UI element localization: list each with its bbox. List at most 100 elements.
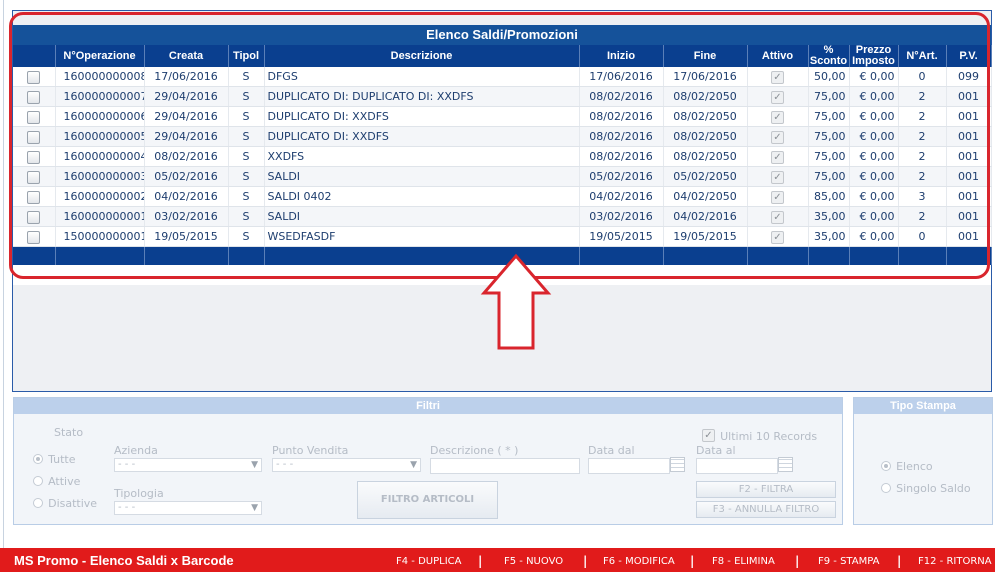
table-row[interactable]: 160000000003 05/02/2016 S SALDI 05/02/2016 05…: [13, 166, 992, 187]
cell-sconto: 85,00: [808, 186, 850, 207]
row-checkbox-cell[interactable]: [13, 206, 56, 227]
row-checkbox-cell[interactable]: [13, 67, 56, 87]
cell-n-operazione: 160000000002: [55, 186, 145, 207]
radio-attive[interactable]: Attive: [33, 470, 80, 489]
cell-creata: 29/04/2016: [144, 126, 229, 147]
stampa-button[interactable]: F9 - STAMPA: [818, 556, 879, 567]
table-row[interactable]: 160000000007 29/04/2016 S DUPLICATO DI: DUP…: [13, 86, 992, 107]
cell-fine: 05/02/2050: [663, 166, 748, 187]
table-row[interactable]: 160000000002 04/02/2016 S SALDI 0402 04/02/2…: [13, 186, 992, 207]
row-checkbox-cell[interactable]: [13, 186, 56, 207]
separator: |: [690, 554, 695, 568]
azienda-select[interactable]: - - - ▼: [114, 458, 262, 472]
cell-tipol: S: [228, 106, 265, 127]
cell-n-operazione: 160000000004: [55, 146, 145, 167]
row-checkbox-cell[interactable]: [13, 106, 56, 127]
table-row[interactable]: 160000000005 29/04/2016 S DUPLICATO DI: XXD…: [13, 126, 992, 147]
row-checkbox[interactable]: [27, 70, 41, 84]
cell-tipol: S: [228, 86, 265, 107]
row-checkbox[interactable]: [27, 190, 41, 204]
header-creata[interactable]: Creata: [144, 45, 229, 67]
footer-cell: [55, 246, 145, 265]
row-checkbox-cell[interactable]: [13, 226, 56, 247]
radio-tutte[interactable]: Tutte: [33, 448, 76, 467]
duplica-button[interactable]: F4 - DUPLICA: [396, 556, 461, 567]
header-inizio[interactable]: Inizio: [579, 45, 664, 67]
row-checkbox-cell[interactable]: [13, 86, 56, 107]
table-row[interactable]: 160000000006 29/04/2016 S DUPLICATO DI: XXD…: [13, 106, 992, 127]
checkmark-icon: ✓: [702, 429, 715, 442]
nuovo-button[interactable]: F5 - NUOVO: [504, 556, 563, 567]
azienda-value: - - -: [118, 459, 136, 470]
radio-elenco[interactable]: Elenco: [881, 455, 933, 474]
row-checkbox[interactable]: [27, 210, 41, 224]
row-checkbox[interactable]: [27, 170, 41, 184]
cell-attivo: ✓: [747, 226, 809, 247]
row-checkbox-cell[interactable]: [13, 146, 56, 167]
header-n-art[interactable]: N°Art.: [898, 45, 947, 67]
header-descrizione[interactable]: Descrizione: [264, 45, 580, 67]
cell-n-art: 0: [898, 67, 947, 87]
radio-disattive[interactable]: Disattive: [33, 492, 97, 511]
table-row[interactable]: 150000000001 19/05/2015 S WSEDFASDF 19/05/20…: [13, 226, 992, 247]
filtro-articoli-button[interactable]: FILTRO ARTICOLI: [357, 481, 498, 519]
header-select[interactable]: [13, 45, 56, 67]
cell-descrizione: SALDI: [264, 166, 580, 187]
row-checkbox-cell[interactable]: [13, 126, 56, 147]
cell-creata: 19/05/2015: [144, 226, 229, 247]
punto-vendita-value: - - -: [276, 459, 294, 470]
row-checkbox[interactable]: [27, 110, 41, 124]
data-dal-input[interactable]: [588, 458, 670, 474]
cell-inizio: 05/02/2016: [579, 166, 664, 187]
header-attivo[interactable]: Attivo: [747, 45, 809, 67]
cell-sconto: 75,00: [808, 126, 850, 147]
calendar-icon[interactable]: [778, 457, 793, 472]
row-checkbox[interactable]: [27, 90, 41, 104]
table-row[interactable]: 160000000008 17/06/2016 S DFGS 17/06/2016 17/…: [13, 67, 992, 87]
ultimi-checkbox[interactable]: ✓ Ultimi 10 Records: [702, 425, 817, 444]
cell-prezzo-imposto: € 0,00: [849, 67, 899, 87]
filtra-button[interactable]: F2 - FILTRA: [696, 481, 836, 498]
radio-singolo[interactable]: Singolo Saldo: [881, 477, 971, 496]
cell-pv: 001: [946, 166, 992, 187]
row-checkbox-cell[interactable]: [13, 166, 56, 187]
header-prezzo-imposto[interactable]: Prezzo Imposto: [849, 45, 899, 67]
ritorna-button[interactable]: F12 - RITORNA: [918, 556, 992, 567]
row-checkbox[interactable]: [27, 130, 41, 144]
cell-prezzo-imposto: € 0,00: [849, 186, 899, 207]
cell-n-operazione: 160000000003: [55, 166, 145, 187]
cell-descrizione: DUPLICATO DI: XXDFS: [264, 106, 580, 127]
cell-tipol: S: [228, 226, 265, 247]
punto-vendita-select[interactable]: - - - ▼: [272, 458, 421, 472]
cell-fine: 19/05/2015: [663, 226, 748, 247]
table-row[interactable]: 160000000004 08/02/2016 S XXDFS 08/02/2016 08…: [13, 146, 992, 167]
header-n-operazione[interactable]: N°Operazione: [55, 45, 145, 67]
cell-fine: 04/02/2016: [663, 206, 748, 227]
header-fine[interactable]: Fine: [663, 45, 748, 67]
row-checkbox[interactable]: [27, 150, 41, 164]
filters-title: Filtri: [14, 398, 842, 414]
cell-n-operazione: 160000000001: [55, 206, 145, 227]
footer-cell: [808, 246, 850, 265]
table-row[interactable]: 160000000001 03/02/2016 S SALDI 03/02/2016 04…: [13, 206, 992, 227]
annulla-filtro-button[interactable]: F3 - ANNULLA FILTRO: [696, 501, 836, 518]
header-sconto[interactable]: % Sconto: [808, 45, 850, 67]
cell-n-art: 2: [898, 166, 947, 187]
descrizione-input[interactable]: [430, 458, 580, 474]
header-pv[interactable]: P.V.: [946, 45, 992, 67]
cell-prezzo-imposto: € 0,00: [849, 86, 899, 107]
calendar-icon[interactable]: [670, 457, 685, 472]
chevron-down-icon: ▼: [410, 460, 417, 470]
modifica-button[interactable]: F6 - MODIFICA: [603, 556, 675, 567]
tipologia-select[interactable]: - - - ▼: [114, 501, 262, 515]
elimina-button[interactable]: F8 - ELIMINA: [712, 556, 775, 567]
cell-attivo: ✓: [747, 166, 809, 187]
separator: |: [478, 554, 483, 568]
data-al-input[interactable]: [696, 458, 778, 474]
cell-n-operazione: 160000000006: [55, 106, 145, 127]
cell-prezzo-imposto: € 0,00: [849, 226, 899, 247]
header-tipol[interactable]: Tipol: [228, 45, 265, 67]
radio-singolo-label: Singolo Saldo: [896, 482, 971, 495]
cell-inizio: 08/02/2016: [579, 106, 664, 127]
row-checkbox[interactable]: [27, 230, 41, 244]
